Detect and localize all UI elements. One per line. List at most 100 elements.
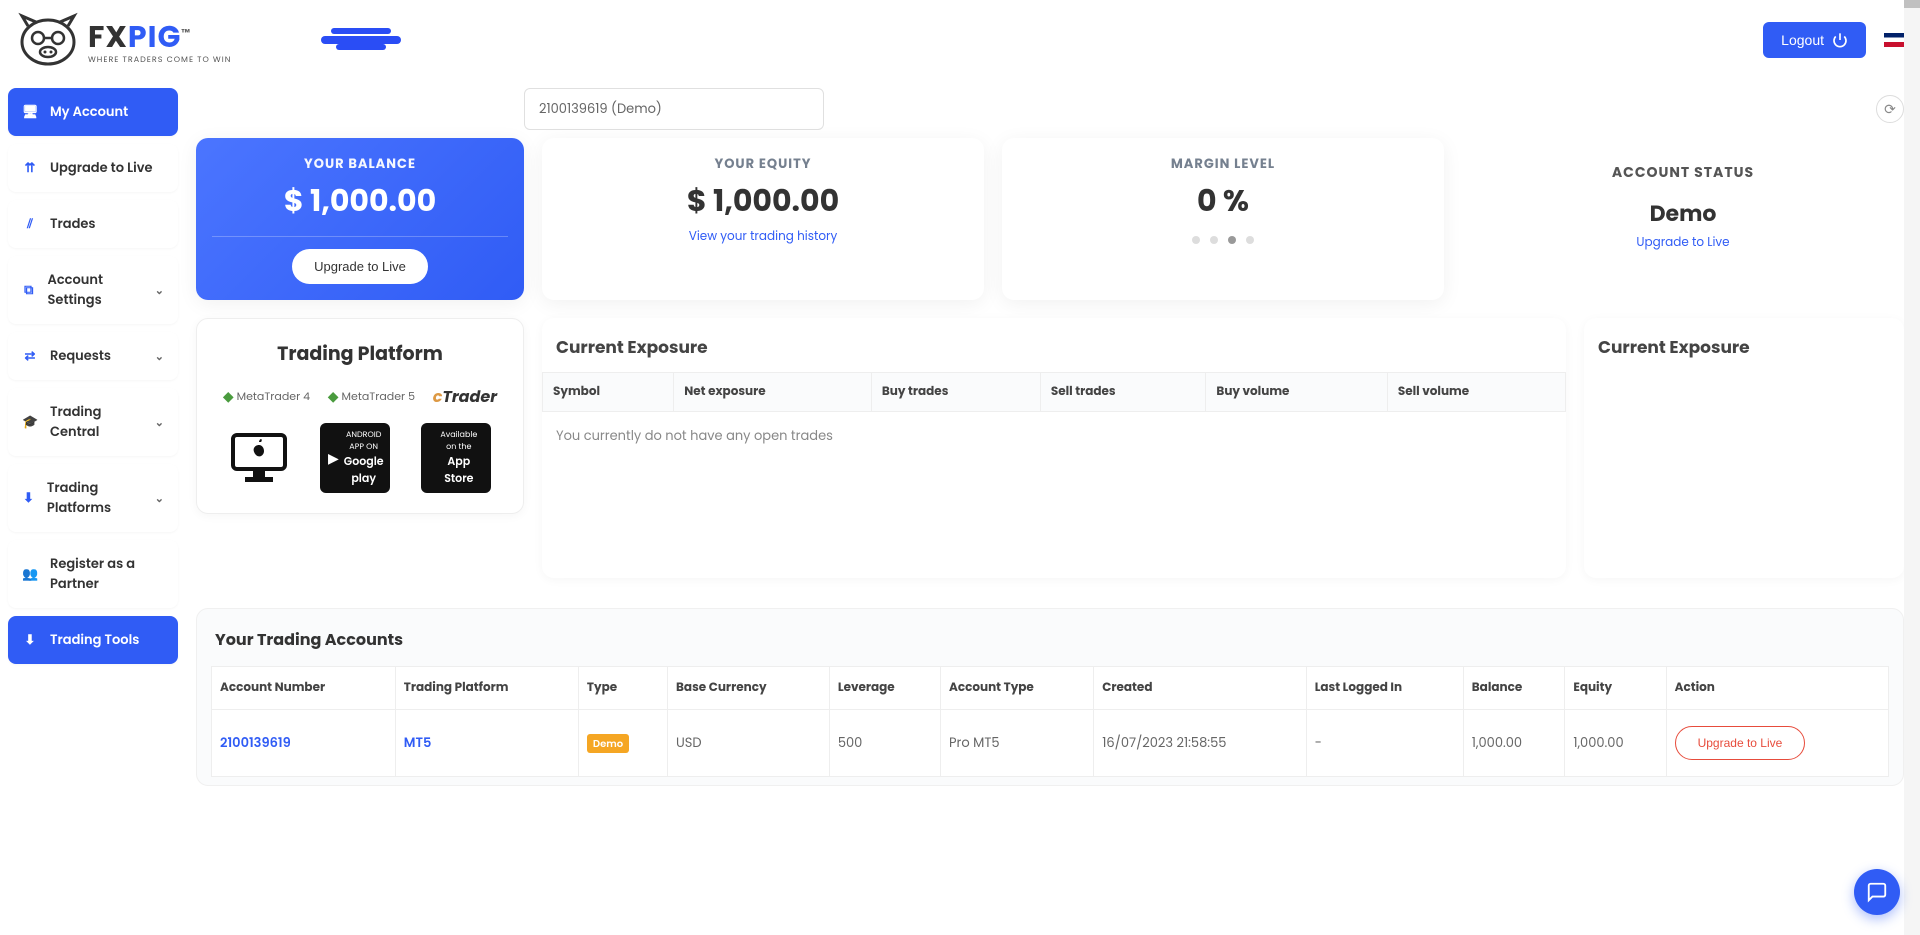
chevron-down-icon: ⌄ [155,490,164,507]
refresh-button[interactable]: ⟳ [1876,95,1904,123]
sidebar-item-account-settings[interactable]: ⧉ Account Settings ⌄ [8,256,178,324]
col-base-currency: Base Currency [668,667,830,710]
metatrader4-link[interactable]: ◆MetaTrader 4 [223,386,310,407]
graduation-icon: 🎓 [22,412,38,432]
col-net-exposure: Net exposure [674,373,872,412]
chevron-down-icon: ⌄ [155,414,164,431]
sidebar-item-requests[interactable]: ⇄Requests⌄ [8,332,178,380]
trading-accounts-section: Your Trading Accounts Account Number Tra… [196,608,1904,786]
desktop-mac-icon[interactable] [229,431,289,486]
margin-title: MARGIN LEVEL [1018,154,1428,174]
sidebar-item-my-account[interactable]: 🖥 My Account [8,88,178,136]
col-action: Action [1666,667,1888,710]
sidebar: 🖥 My Account ⇈ Upgrade to Live ⫽ Trades ⧉ Ac… [8,80,178,794]
col-buy-volume: Buy volume [1206,373,1387,412]
monitor-icon: 🖥 [22,102,38,122]
trading-history-link[interactable]: View your trading history [689,228,838,246]
ctrader-link[interactable]: cTrader [433,384,497,409]
chevron-down-icon: ⌄ [155,282,164,299]
sidebar-item-label: Trading Central [50,402,143,442]
status-upgrade-link[interactable]: Upgrade to Live [1636,234,1729,252]
status-value: Demo [1478,197,1888,230]
demo-badge: Demo [587,734,629,753]
col-buy-trades: Buy trades [871,373,1040,412]
scrollbar[interactable] [1904,0,1920,935]
sidebar-item-label: Upgrade to Live [50,158,153,178]
cell-platform[interactable]: MT5 [395,710,578,777]
col-trading-platform: Trading Platform [395,667,578,710]
status-title: ACCOUNT STATUS [1478,162,1888,183]
col-leverage: Leverage [829,667,940,710]
cell-account-number[interactable]: 2100139619 [212,710,396,777]
sidebar-item-label: My Account [50,102,128,122]
sidebar-item-trading-central[interactable]: 🎓 Trading Central ⌄ [8,388,178,456]
redacted-user-name [321,36,401,44]
double-up-icon: ⇈ [22,158,38,178]
cell-action: Upgrade to Live [1666,710,1888,777]
play-icon: ▶ [328,448,339,469]
cell-type: Demo [578,710,667,777]
accounts-title: Your Trading Accounts [211,627,1889,652]
table-row: 2100139619 MT5 Demo USD 500 Pro MT5 16/0… [212,710,1889,777]
download-icon: ⬇ [22,488,35,508]
chat-button[interactable] [1854,869,1900,915]
cell-last-login: - [1306,710,1463,777]
logo[interactable]: FXPIG™ WHERE TRADERS COME TO WIN [16,10,231,70]
col-symbol: Symbol [543,373,674,412]
users-icon: 👥 [22,564,38,584]
trading-platform-card: Trading Platform ◆MetaTrader 4 ◆MetaTrad… [196,318,524,514]
app-store-badge[interactable]: Available on theApp Store [421,423,491,493]
table-header-row: Account Number Trading Platform Type Bas… [212,667,1889,710]
col-sell-trades: Sell trades [1040,373,1206,412]
account-selector[interactable]: 2100139619 (Demo) [524,88,824,130]
accounts-table: Account Number Trading Platform Type Bas… [211,666,1889,777]
content-area: 2100139619 (Demo) ⟳ YOUR BALANCE $ 1,000… [188,80,1912,794]
copy-icon: ⧉ [22,280,36,300]
chart-icon: ⫽ [22,214,38,234]
col-account-type: Account Type [941,667,1094,710]
sidebar-item-label: Register as a Partner [50,554,164,594]
col-last-login: Last Logged In [1306,667,1463,710]
equity-value: $ 1,000.00 [558,178,968,224]
exposure-side-title: Current Exposure [1598,334,1890,360]
upgrade-to-live-button[interactable]: Upgrade to Live [292,249,428,284]
margin-value: 0 % [1018,178,1428,224]
sidebar-item-label: Trading Tools [50,630,139,650]
cell-account-type: Pro MT5 [941,710,1094,777]
exposure-empty-message: You currently do not have any open trade… [542,412,1566,460]
row-upgrade-button[interactable]: Upgrade to Live [1675,726,1806,760]
brand-tagline: WHERE TRADERS COME TO WIN [88,54,231,66]
refresh-icon: ⟳ [1884,99,1896,120]
margin-indicator-dots [1018,236,1428,244]
col-created: Created [1094,667,1306,710]
cell-created: 16/07/2023 21:58:55 [1094,710,1306,777]
google-play-badge[interactable]: ▶ ANDROID APP ONGoogle play [320,423,390,493]
account-status-card: ACCOUNT STATUS Demo Upgrade to Live [1462,138,1904,300]
balance-value: $ 1,000.00 [212,178,508,224]
language-flag-uk[interactable] [1884,33,1904,47]
sidebar-item-upgrade[interactable]: ⇈ Upgrade to Live [8,144,178,192]
pig-logo-icon [16,10,80,70]
sidebar-item-trades[interactable]: ⫽ Trades [8,200,178,248]
current-exposure-card: Current Exposure Symbol Net exposure Buy… [542,318,1566,578]
sidebar-item-partner[interactable]: 👥 Register as a Partner [8,540,178,608]
balance-title: YOUR BALANCE [212,154,508,174]
cell-leverage: 500 [829,710,940,777]
sidebar-item-label: Trades [50,214,96,234]
metatrader5-link[interactable]: ◆MetaTrader 5 [328,386,415,407]
mt-logo-icon: ◆ [223,386,234,407]
sidebar-item-trading-tools[interactable]: ⬇ Trading Tools [8,616,178,664]
logout-button[interactable]: Logout [1763,22,1866,58]
col-type: Type [578,667,667,710]
col-balance: Balance [1463,667,1565,710]
sidebar-item-trading-platforms[interactable]: ⬇Trading Platforms⌄ [8,464,178,532]
mt-logo-icon: ◆ [328,386,339,407]
exposure-table: Symbol Net exposure Buy trades Sell trad… [542,372,1566,412]
download-icon: ⬇ [22,630,38,650]
equity-card: YOUR EQUITY $ 1,000.00 View your trading… [542,138,984,300]
sidebar-item-label: Account Settings [48,270,143,310]
margin-card: MARGIN LEVEL 0 % [1002,138,1444,300]
equity-title: YOUR EQUITY [558,154,968,174]
table-header-row: Symbol Net exposure Buy trades Sell trad… [543,373,1566,412]
chevron-down-icon: ⌄ [155,348,164,365]
